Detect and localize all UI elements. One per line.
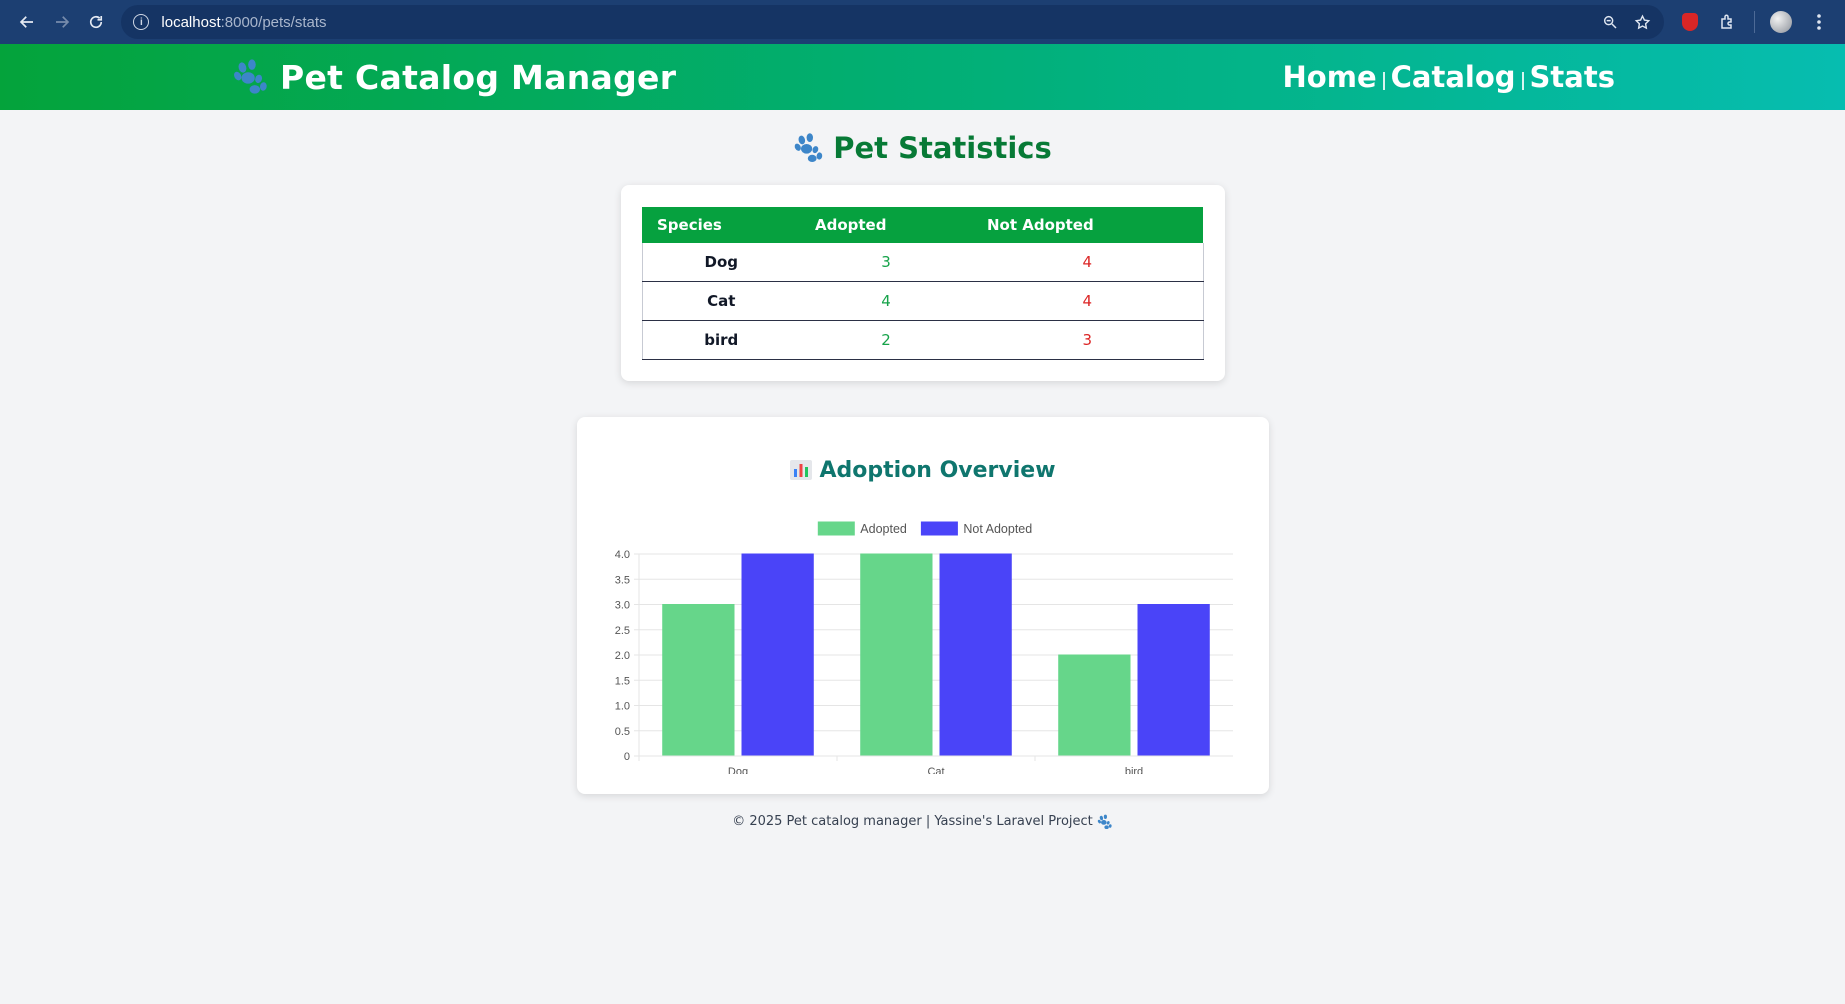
adopted-cell: 2: [800, 320, 972, 360]
site-info-icon[interactable]: i: [133, 14, 150, 30]
bar-not-adopted: [1137, 603, 1210, 756]
stats-table-card: Species Adopted Not Adopted Dog 3 4 Cat …: [620, 185, 1225, 381]
species-cell: Dog: [641, 243, 800, 282]
address-bar[interactable]: i localhost:8000/pets/stats: [121, 5, 1664, 39]
paw-icon: [234, 59, 267, 94]
adopted-cell: 4: [800, 281, 972, 321]
nav-catalog-link[interactable]: Catalog: [1391, 60, 1516, 94]
page-footer: © 2025 Pet catalog manager | Yassine's L…: [0, 814, 1845, 830]
not-adopted-cell: 4: [972, 243, 1204, 282]
legend-swatch: [920, 521, 958, 535]
paw-icon: [1097, 814, 1112, 829]
y-tick-label: 0.5: [614, 725, 629, 737]
chart-card: Adoption Overview Adopted Not Adopted 0 0.5…: [576, 417, 1269, 794]
app-header: Pet Catalog Manager Home Catalog Stats: [0, 44, 1845, 110]
url-path: :8000/pets/stats: [220, 13, 327, 31]
not-adopted-cell: 4: [972, 281, 1204, 321]
back-icon[interactable]: [10, 4, 44, 40]
stats-table: Species Adopted Not Adopted Dog 3 4 Cat …: [641, 207, 1204, 360]
nav-separator: [1382, 72, 1385, 90]
page-title-text: Pet Statistics: [833, 131, 1052, 165]
y-tick-label: 1.5: [614, 675, 629, 687]
legend-swatch: [817, 521, 855, 535]
forward-icon[interactable]: [44, 4, 78, 40]
y-tick-label: 3.0: [614, 599, 629, 611]
nav-separator: [1521, 72, 1524, 90]
bar-not-adopted: [741, 553, 814, 756]
x-tick-label: bird: [1124, 766, 1142, 774]
bar-chart-icon: [790, 460, 813, 481]
url-host: localhost: [161, 13, 221, 31]
paw-icon: [794, 133, 823, 162]
chart-title-text: Adoption Overview: [819, 457, 1056, 483]
profile-avatar[interactable]: [1765, 6, 1797, 38]
bar-adopted: [661, 603, 734, 756]
bar-not-adopted: [939, 553, 1012, 756]
column-header: Species: [642, 207, 800, 243]
reload-icon[interactable]: [79, 4, 113, 40]
brand-title: Pet Catalog Manager: [280, 57, 677, 97]
y-tick-label: 2.0: [614, 650, 629, 662]
legend-label: Adopted: [860, 522, 907, 536]
x-tick-label: Dog: [727, 766, 747, 774]
chart-title: Adoption Overview: [597, 455, 1249, 485]
adopted-cell: 3: [800, 243, 972, 282]
table-header-row: Species Adopted Not Adopted: [642, 207, 1203, 243]
adoption-bar-chart: Adopted Not Adopted 0 0.5 1.0 1.5 2.0 2.5 3.0 3.5…: [614, 521, 1233, 774]
extension-red-icon[interactable]: [1674, 6, 1706, 38]
species-cell: bird: [641, 320, 800, 360]
nav-stats-link[interactable]: Stats: [1530, 60, 1615, 94]
main-content: Pet Statistics Species Adopted Not Adopt…: [0, 128, 1845, 830]
not-adopted-cell: 3: [972, 320, 1204, 360]
footer-text: © 2025 Pet catalog manager | Yassine's L…: [732, 814, 1093, 829]
y-tick-label: 4.0: [614, 549, 629, 561]
bookmark-star-icon[interactable]: [1632, 12, 1652, 32]
table-row: Cat 4 4: [641, 281, 1204, 321]
column-header: Adopted: [800, 207, 972, 243]
bar-adopted: [1057, 654, 1130, 756]
main-nav: Home Catalog Stats: [1283, 60, 1615, 94]
page-title: Pet Statistics: [0, 128, 1845, 168]
table-row: bird 2 3: [641, 320, 1204, 360]
bar-adopted: [859, 553, 932, 756]
y-tick-label: 1.0: [614, 700, 629, 712]
toolbar-divider: [1754, 11, 1755, 33]
x-tick-label: Cat: [927, 766, 944, 774]
nav-home-link[interactable]: Home: [1283, 60, 1377, 94]
browser-toolbar: i localhost:8000/pets/stats: [0, 0, 1845, 44]
species-cell: Cat: [641, 281, 800, 321]
y-tick-label: 2.5: [614, 624, 629, 636]
brand[interactable]: Pet Catalog Manager: [232, 58, 676, 97]
table-row: Dog 3 4: [641, 243, 1204, 282]
y-tick-label: 3.5: [614, 574, 629, 586]
zoom-icon[interactable]: [1600, 12, 1620, 32]
kebab-menu-icon[interactable]: [1803, 6, 1835, 38]
y-tick-label: 0: [623, 751, 629, 763]
extensions-puzzle-icon[interactable]: [1712, 6, 1744, 38]
column-header: Not Adopted: [972, 207, 1203, 243]
legend-label: Not Adopted: [963, 522, 1032, 536]
